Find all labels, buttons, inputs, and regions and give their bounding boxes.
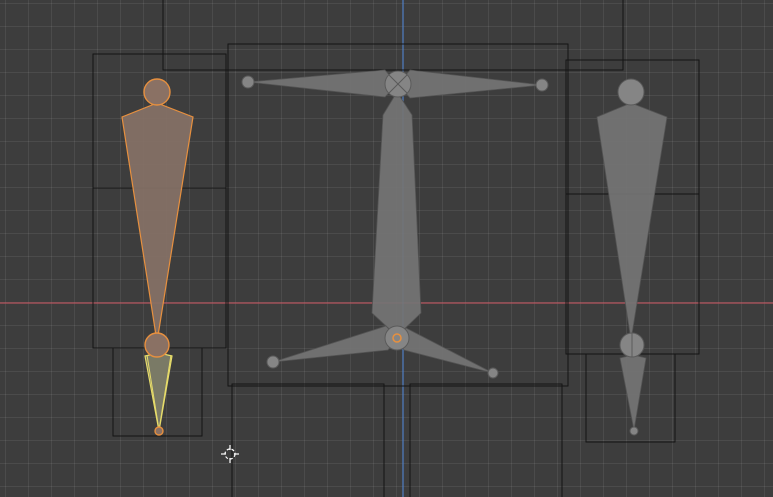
right-lower-bone[interactable] [619,354,647,431]
center-spine-bone[interactable] [371,91,422,337]
left-tail-joint[interactable] [154,426,164,436]
left-upper-bone[interactable] [121,102,194,343]
center-right-arm-bone[interactable] [397,69,543,99]
scene-canvas[interactable] [0,0,773,497]
left-mid-joint[interactable] [144,332,170,358]
bottom-right-box [409,383,563,497]
center-armature[interactable] [241,69,549,379]
top-wire-box [162,0,624,71]
center-left-foot-joint[interactable] [266,355,280,369]
3d-viewport[interactable] [0,0,773,497]
center-right-foot-joint[interactable] [487,367,499,379]
center-right-leg-bone[interactable] [396,327,494,374]
center-left-arm-bone[interactable] [247,69,398,98]
right-upper-bone[interactable] [596,102,668,341]
left-head-joint[interactable] [143,78,171,106]
3d-cursor-icon[interactable] [221,445,239,463]
right-armature[interactable] [596,78,668,436]
center-left-hand-joint[interactable] [241,75,255,89]
center-left-leg-bone[interactable] [272,325,398,363]
center-right-hand-joint[interactable] [535,78,549,92]
left-armature[interactable] [121,78,194,436]
bottom-left-box [231,383,385,497]
right-tail-joint[interactable] [629,426,639,436]
right-head-joint[interactable] [617,78,645,106]
center-hip-joint[interactable] [384,325,410,351]
